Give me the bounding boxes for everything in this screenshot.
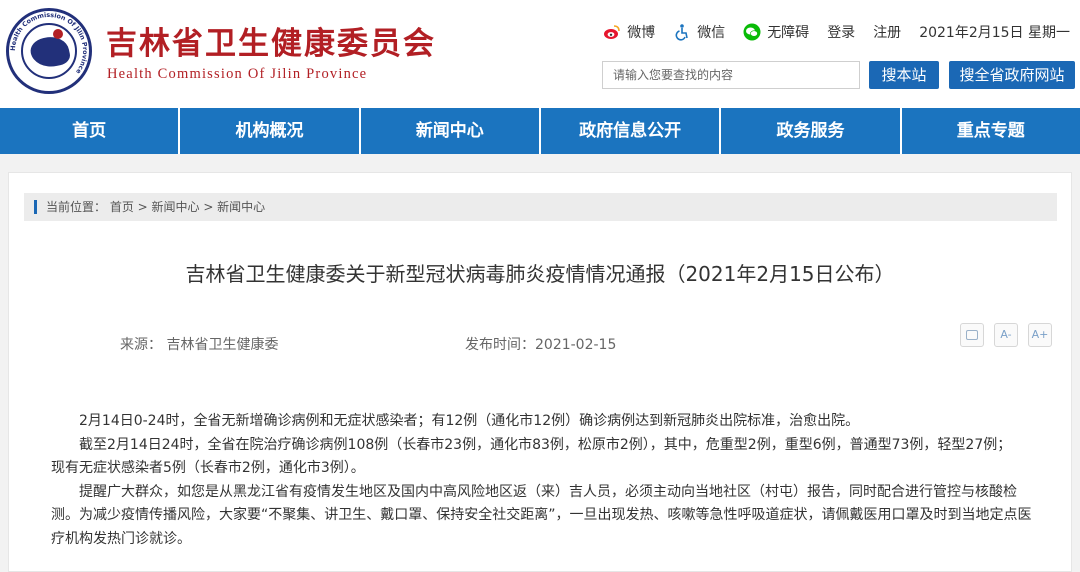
weixin-link[interactable]: 微信 [673, 22, 725, 42]
breadcrumb-marker [34, 200, 37, 214]
breadcrumb-text[interactable]: 当前位置： 首页 > 新闻中心 > 新闻中心 [46, 200, 265, 214]
register-link[interactable]: 注册 [873, 22, 901, 42]
nav-item-news[interactable]: 新闻中心 [360, 108, 541, 154]
article-paragraph: 提醒广大群众，如您是从黑龙江省有疫情发生地区及国内中高风险地区返（来）吉人员，必… [51, 483, 1032, 547]
search-all-button[interactable]: 搜全省政府网站 [949, 61, 1075, 89]
nav-item-topics[interactable]: 重点专题 [901, 108, 1080, 154]
article-body: 2月14日0-24时，全省无新增确诊病例和无症状感染者；有12例（通化市12例）… [51, 410, 1041, 551]
nav-item-services[interactable]: 政务服务 [721, 108, 902, 154]
breadcrumb: 当前位置： 首页 > 新闻中心 > 新闻中心 [24, 193, 1057, 221]
article-paragraph: 现有无症状感染者5例（长春市2例，通化市3例）。 [51, 460, 365, 476]
nav-item-organization[interactable]: 机构概况 [180, 108, 361, 154]
wechat-icon [743, 23, 761, 41]
article-source: 来源： 吉林省卫生健康委 [120, 337, 279, 353]
logo-ring-text-icon: Health Commission Of Jilin Province [9, 11, 89, 76]
article-title: 吉林省卫生健康委关于新型冠状病毒肺炎疫情情况通报（2021年2月15日公布） [185, 262, 895, 286]
weibo-icon [604, 25, 620, 39]
nav-item-public-info[interactable]: 政府信息公开 [540, 108, 722, 154]
font-decrease-button[interactable]: A- [994, 323, 1018, 347]
article-paragraph: 2月14日0-24时，全省无新增确诊病例和无症状感染者；有12例（通化市12例）… [79, 413, 860, 429]
main-nav: 首页 机构概况 新闻中心 政府信息公开 政务服务 重点专题 [0, 108, 1080, 154]
svg-text:Health Commission Of Jilin Pro: Health Commission Of Jilin Province [9, 11, 89, 76]
site-title: 吉林省卫生健康委员会 [106, 26, 436, 62]
print-button[interactable] [960, 323, 984, 347]
article-paragraph: 截至2月14日24时，全省在院治疗确诊病例108例（长春市23例，通化市83例，… [79, 436, 1012, 453]
weixin-label: 微信 [697, 25, 726, 41]
article-date: 发布时间：2021-02-15 [465, 337, 617, 353]
search-site-button[interactable]: 搜本站 [869, 61, 939, 89]
site-header: Health Commission Of Jilin Province 吉林省卫… [0, 0, 1080, 108]
top-links: 微博 微信 无障碍 登录 注册 2021年2月15日 星期一 [603, 22, 1070, 42]
search-input[interactable]: 请输入您要查找的内容 [602, 61, 860, 89]
font-increase-button[interactable]: A+ [1028, 323, 1052, 347]
weibo-label: 微博 [627, 25, 656, 41]
site-subtitle: Health Commission Of Jilin Province [107, 66, 368, 82]
site-logo[interactable]: Health Commission Of Jilin Province [6, 8, 92, 94]
accessibility-label: 无障碍 [767, 25, 810, 41]
accessibility-link[interactable]: 无障碍 [743, 22, 809, 42]
weibo-link[interactable]: 微博 [603, 22, 655, 42]
nav-item-home[interactable]: 首页 [0, 108, 181, 154]
current-date: 2021年2月15日 星期一 [919, 25, 1070, 41]
print-icon [966, 330, 978, 340]
wheelchair-icon [675, 24, 688, 41]
login-link[interactable]: 登录 [827, 22, 855, 42]
